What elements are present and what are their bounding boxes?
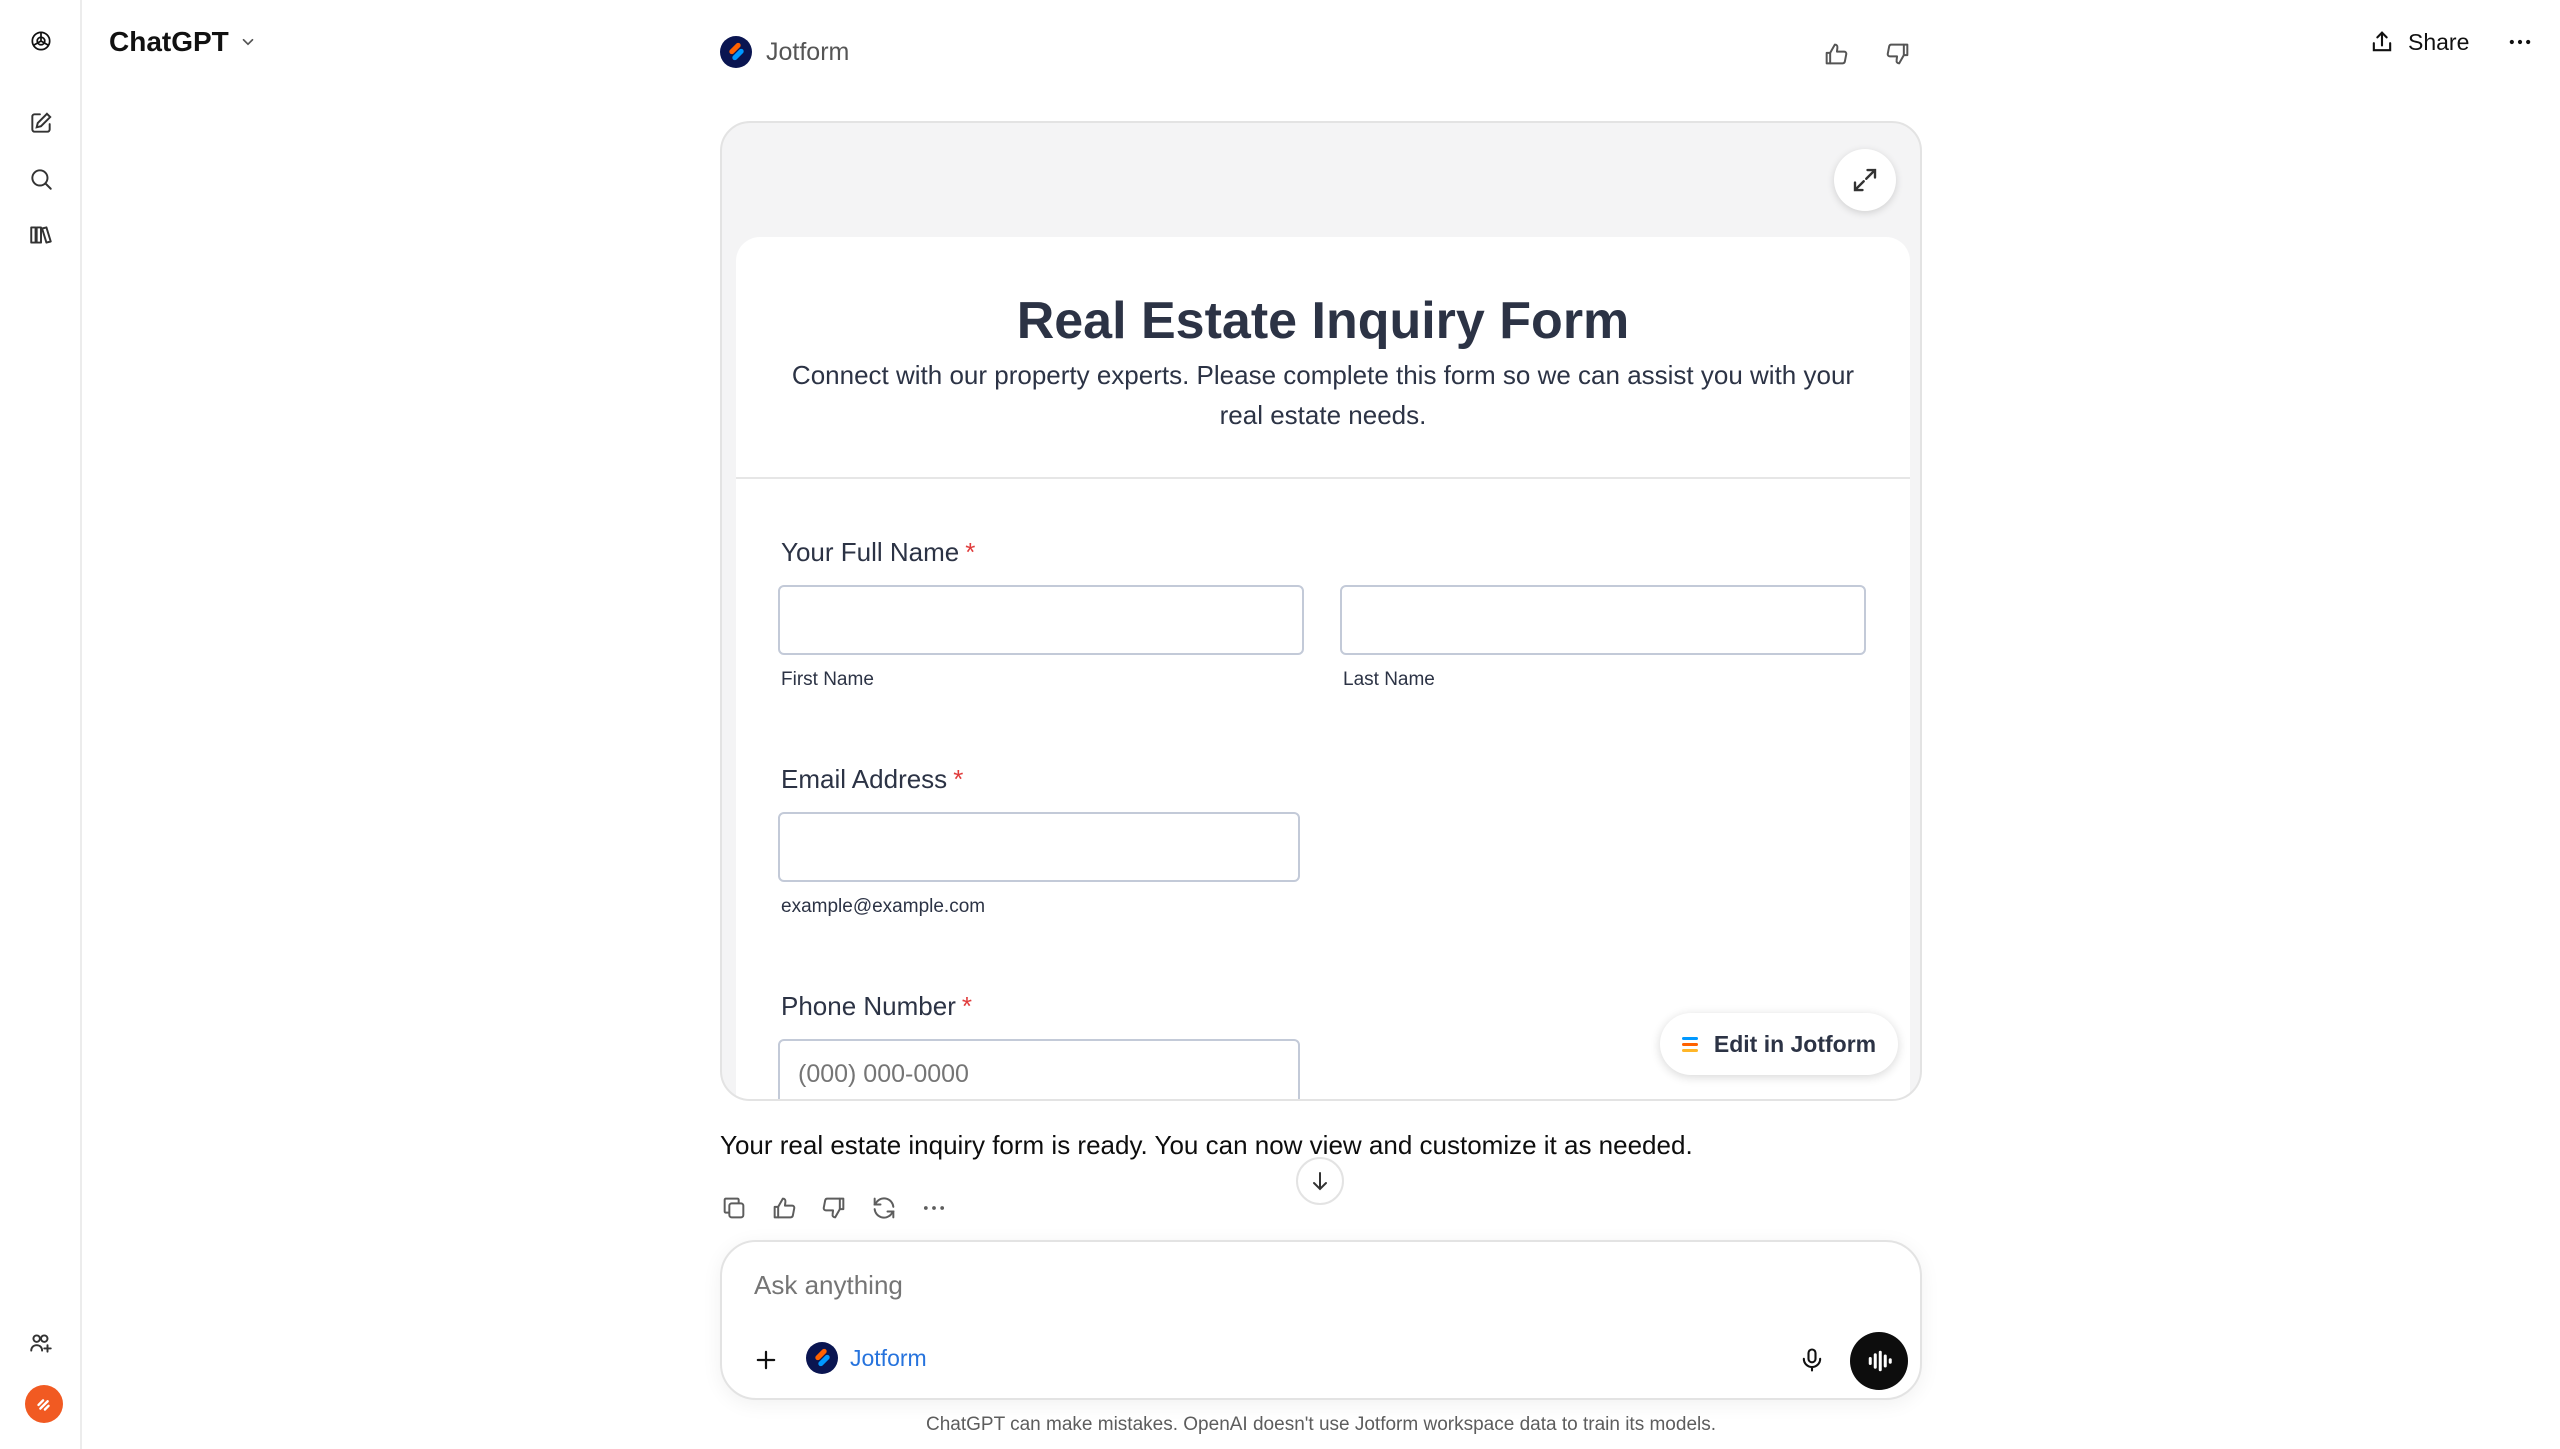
form-divider [736,477,1910,479]
edit-in-jotform-button[interactable]: Edit in Jotform [1660,1013,1898,1075]
expand-button[interactable] [1834,149,1896,211]
share-icon [2372,31,2392,52]
share-button[interactable]: Share [2368,22,2469,62]
app-title: ChatGPT [109,26,229,57]
form-card: Real Estate Inquiry Form Connect with ou… [736,237,1910,1099]
new-chat-icon[interactable] [20,102,62,144]
regenerate-icon[interactable] [866,1190,902,1226]
sidebar [0,0,82,1449]
prompt-input[interactable] [754,1270,1754,1301]
phone-label: Phone Number * [781,991,972,1022]
form-widget: Real Estate Inquiry Form Connect with ou… [720,121,1922,1101]
copy-icon[interactable] [716,1190,752,1226]
message-actions [716,1190,952,1226]
voice-mode-button[interactable] [1850,1332,1908,1390]
thumbs-up-icon[interactable] [1818,36,1854,72]
arrow-down-icon [1313,1172,1327,1191]
required-marker: * [961,991,973,1021]
thumbs-down-icon[interactable] [816,1190,852,1226]
email-sublabel: example@example.com [781,896,986,917]
last-name-input[interactable] [1340,585,1866,655]
full-name-label-text: Your Full Name [781,537,960,567]
share-label: Share [2408,28,2470,55]
tool-label: Jotform [850,1344,927,1371]
edit-in-jotform-label: Edit in Jotform [1713,1030,1877,1057]
avatar[interactable] [25,1385,63,1423]
app-name: Jotform [766,37,850,66]
phone-field[interactable] [778,1039,1300,1099]
more-options-icon[interactable] [916,1190,952,1226]
email-field[interactable] [778,812,1300,882]
form-description: Connect with our property experts. Pleas… [791,360,1855,430]
more-options-icon[interactable] [2500,22,2540,62]
first-name-sublabel: First Name [781,669,874,690]
required-marker: * [965,537,976,567]
expand-icon [1853,168,1877,192]
thumbs-down-icon[interactable] [1880,36,1916,72]
jotform-edit-icon [1681,1036,1698,1052]
first-name-input[interactable] [778,585,1304,655]
phone-label-text: Phone Number [781,991,956,1021]
microphone-icon[interactable] [1792,1340,1832,1380]
email-label-text: Email Address [781,764,948,794]
openai-logo-icon[interactable] [20,20,62,62]
full-name-label: Your Full Name * [781,537,975,568]
scroll-down-button[interactable] [1296,1157,1344,1205]
assistant-message: Your real estate inquiry form is ready. … [720,1130,1693,1160]
team-icon[interactable] [20,1322,62,1364]
voice-wave-icon [1868,1350,1892,1372]
add-attachment-icon[interactable] [746,1340,786,1380]
composer: Jotform [720,1240,1922,1400]
thumbs-up-icon[interactable] [766,1190,802,1226]
required-marker: * [953,764,964,794]
email-label: Email Address * [781,764,963,795]
library-icon[interactable] [20,214,62,256]
form-title: Real Estate Inquiry Form [1016,292,1630,350]
app-header: Jotform [720,36,849,68]
jotform-tool-chip[interactable]: Jotform [806,1342,927,1374]
jotform-logo-icon [720,36,752,68]
disclaimer: ChatGPT can make mistakes. OpenAI doesn'… [925,1414,1717,1435]
last-name-sublabel: Last Name [1343,669,1435,690]
model-selector[interactable]: ChatGPT [109,24,257,60]
chevron-down-icon [242,38,254,46]
search-icon[interactable] [20,158,62,200]
jotform-logo-icon [806,1342,838,1374]
